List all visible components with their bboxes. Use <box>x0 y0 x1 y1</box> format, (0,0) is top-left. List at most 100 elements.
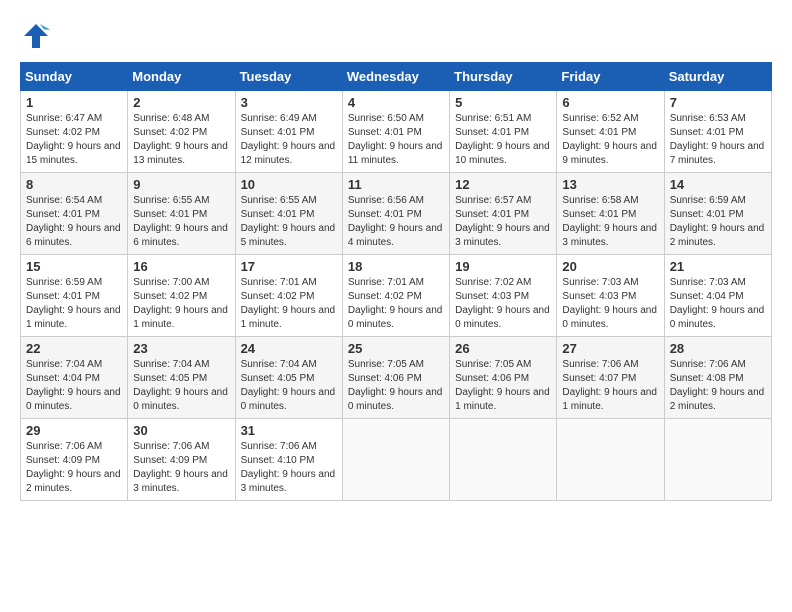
day-info: Sunrise: 7:01 AM Sunset: 4:02 PM Dayligh… <box>348 276 444 332</box>
day-number: 15 <box>26 259 122 274</box>
calendar-cell: 7 Sunrise: 6:53 AM Sunset: 4:01 PM Dayli… <box>664 91 771 173</box>
day-number: 12 <box>455 177 551 192</box>
calendar-cell: 28 Sunrise: 7:06 AM Sunset: 4:08 PM Dayl… <box>664 337 771 419</box>
day-info: Sunrise: 7:06 AM Sunset: 4:08 PM Dayligh… <box>670 358 766 414</box>
day-number: 22 <box>26 341 122 356</box>
calendar-week-row: 8 Sunrise: 6:54 AM Sunset: 4:01 PM Dayli… <box>21 173 772 255</box>
header-thursday: Thursday <box>450 63 557 91</box>
calendar-table: SundayMondayTuesdayWednesdayThursdayFrid… <box>20 62 772 501</box>
header-sunday: Sunday <box>21 63 128 91</box>
header-monday: Monday <box>128 63 235 91</box>
day-info: Sunrise: 6:51 AM Sunset: 4:01 PM Dayligh… <box>455 112 551 168</box>
day-info: Sunrise: 6:53 AM Sunset: 4:01 PM Dayligh… <box>670 112 766 168</box>
day-number: 10 <box>241 177 337 192</box>
day-info: Sunrise: 7:04 AM Sunset: 4:05 PM Dayligh… <box>133 358 229 414</box>
day-info: Sunrise: 6:52 AM Sunset: 4:01 PM Dayligh… <box>562 112 658 168</box>
day-info: Sunrise: 7:06 AM Sunset: 4:10 PM Dayligh… <box>241 440 337 496</box>
day-number: 31 <box>241 423 337 438</box>
calendar-header-row: SundayMondayTuesdayWednesdayThursdayFrid… <box>21 63 772 91</box>
calendar-cell: 23 Sunrise: 7:04 AM Sunset: 4:05 PM Dayl… <box>128 337 235 419</box>
calendar-cell: 1 Sunrise: 6:47 AM Sunset: 4:02 PM Dayli… <box>21 91 128 173</box>
day-number: 17 <box>241 259 337 274</box>
day-info: Sunrise: 6:57 AM Sunset: 4:01 PM Dayligh… <box>455 194 551 250</box>
calendar-cell: 12 Sunrise: 6:57 AM Sunset: 4:01 PM Dayl… <box>450 173 557 255</box>
day-number: 3 <box>241 95 337 110</box>
day-info: Sunrise: 6:56 AM Sunset: 4:01 PM Dayligh… <box>348 194 444 250</box>
page-header <box>20 20 772 52</box>
calendar-cell: 25 Sunrise: 7:05 AM Sunset: 4:06 PM Dayl… <box>342 337 449 419</box>
day-number: 28 <box>670 341 766 356</box>
calendar-cell: 16 Sunrise: 7:00 AM Sunset: 4:02 PM Dayl… <box>128 255 235 337</box>
day-number: 14 <box>670 177 766 192</box>
calendar-cell: 30 Sunrise: 7:06 AM Sunset: 4:09 PM Dayl… <box>128 419 235 501</box>
day-info: Sunrise: 6:59 AM Sunset: 4:01 PM Dayligh… <box>670 194 766 250</box>
calendar-cell <box>557 419 664 501</box>
day-info: Sunrise: 7:01 AM Sunset: 4:02 PM Dayligh… <box>241 276 337 332</box>
calendar-cell: 27 Sunrise: 7:06 AM Sunset: 4:07 PM Dayl… <box>557 337 664 419</box>
calendar-cell <box>664 419 771 501</box>
calendar-cell: 15 Sunrise: 6:59 AM Sunset: 4:01 PM Dayl… <box>21 255 128 337</box>
day-number: 2 <box>133 95 229 110</box>
day-number: 29 <box>26 423 122 438</box>
calendar-cell: 13 Sunrise: 6:58 AM Sunset: 4:01 PM Dayl… <box>557 173 664 255</box>
day-number: 24 <box>241 341 337 356</box>
header-saturday: Saturday <box>664 63 771 91</box>
calendar-week-row: 22 Sunrise: 7:04 AM Sunset: 4:04 PM Dayl… <box>21 337 772 419</box>
day-info: Sunrise: 7:04 AM Sunset: 4:05 PM Dayligh… <box>241 358 337 414</box>
day-info: Sunrise: 7:06 AM Sunset: 4:09 PM Dayligh… <box>26 440 122 496</box>
calendar-week-row: 15 Sunrise: 6:59 AM Sunset: 4:01 PM Dayl… <box>21 255 772 337</box>
calendar-cell: 31 Sunrise: 7:06 AM Sunset: 4:10 PM Dayl… <box>235 419 342 501</box>
logo-icon <box>20 20 52 52</box>
header-wednesday: Wednesday <box>342 63 449 91</box>
calendar-cell: 17 Sunrise: 7:01 AM Sunset: 4:02 PM Dayl… <box>235 255 342 337</box>
day-info: Sunrise: 7:04 AM Sunset: 4:04 PM Dayligh… <box>26 358 122 414</box>
day-info: Sunrise: 6:50 AM Sunset: 4:01 PM Dayligh… <box>348 112 444 168</box>
day-number: 16 <box>133 259 229 274</box>
day-number: 5 <box>455 95 551 110</box>
calendar-cell: 3 Sunrise: 6:49 AM Sunset: 4:01 PM Dayli… <box>235 91 342 173</box>
day-info: Sunrise: 7:03 AM Sunset: 4:03 PM Dayligh… <box>562 276 658 332</box>
calendar-cell <box>450 419 557 501</box>
calendar-cell: 21 Sunrise: 7:03 AM Sunset: 4:04 PM Dayl… <box>664 255 771 337</box>
calendar-cell: 19 Sunrise: 7:02 AM Sunset: 4:03 PM Dayl… <box>450 255 557 337</box>
day-number: 18 <box>348 259 444 274</box>
day-info: Sunrise: 7:02 AM Sunset: 4:03 PM Dayligh… <box>455 276 551 332</box>
day-info: Sunrise: 7:03 AM Sunset: 4:04 PM Dayligh… <box>670 276 766 332</box>
day-number: 20 <box>562 259 658 274</box>
calendar-week-row: 29 Sunrise: 7:06 AM Sunset: 4:09 PM Dayl… <box>21 419 772 501</box>
day-info: Sunrise: 6:47 AM Sunset: 4:02 PM Dayligh… <box>26 112 122 168</box>
day-number: 11 <box>348 177 444 192</box>
calendar-cell: 6 Sunrise: 6:52 AM Sunset: 4:01 PM Dayli… <box>557 91 664 173</box>
calendar-cell: 2 Sunrise: 6:48 AM Sunset: 4:02 PM Dayli… <box>128 91 235 173</box>
calendar-cell: 14 Sunrise: 6:59 AM Sunset: 4:01 PM Dayl… <box>664 173 771 255</box>
calendar-cell: 9 Sunrise: 6:55 AM Sunset: 4:01 PM Dayli… <box>128 173 235 255</box>
day-number: 7 <box>670 95 766 110</box>
logo <box>20 20 56 52</box>
day-info: Sunrise: 6:54 AM Sunset: 4:01 PM Dayligh… <box>26 194 122 250</box>
day-number: 9 <box>133 177 229 192</box>
day-info: Sunrise: 7:05 AM Sunset: 4:06 PM Dayligh… <box>455 358 551 414</box>
calendar-cell <box>342 419 449 501</box>
calendar-cell: 24 Sunrise: 7:04 AM Sunset: 4:05 PM Dayl… <box>235 337 342 419</box>
day-number: 6 <box>562 95 658 110</box>
day-number: 4 <box>348 95 444 110</box>
calendar-cell: 26 Sunrise: 7:05 AM Sunset: 4:06 PM Dayl… <box>450 337 557 419</box>
day-info: Sunrise: 7:00 AM Sunset: 4:02 PM Dayligh… <box>133 276 229 332</box>
day-number: 1 <box>26 95 122 110</box>
day-info: Sunrise: 6:49 AM Sunset: 4:01 PM Dayligh… <box>241 112 337 168</box>
calendar-cell: 29 Sunrise: 7:06 AM Sunset: 4:09 PM Dayl… <box>21 419 128 501</box>
calendar-cell: 11 Sunrise: 6:56 AM Sunset: 4:01 PM Dayl… <box>342 173 449 255</box>
header-tuesday: Tuesday <box>235 63 342 91</box>
day-number: 13 <box>562 177 658 192</box>
calendar-cell: 22 Sunrise: 7:04 AM Sunset: 4:04 PM Dayl… <box>21 337 128 419</box>
calendar-cell: 4 Sunrise: 6:50 AM Sunset: 4:01 PM Dayli… <box>342 91 449 173</box>
calendar-week-row: 1 Sunrise: 6:47 AM Sunset: 4:02 PM Dayli… <box>21 91 772 173</box>
calendar-cell: 18 Sunrise: 7:01 AM Sunset: 4:02 PM Dayl… <box>342 255 449 337</box>
day-number: 26 <box>455 341 551 356</box>
day-number: 25 <box>348 341 444 356</box>
day-number: 27 <box>562 341 658 356</box>
day-number: 23 <box>133 341 229 356</box>
calendar-cell: 5 Sunrise: 6:51 AM Sunset: 4:01 PM Dayli… <box>450 91 557 173</box>
day-info: Sunrise: 7:05 AM Sunset: 4:06 PM Dayligh… <box>348 358 444 414</box>
day-info: Sunrise: 6:55 AM Sunset: 4:01 PM Dayligh… <box>133 194 229 250</box>
